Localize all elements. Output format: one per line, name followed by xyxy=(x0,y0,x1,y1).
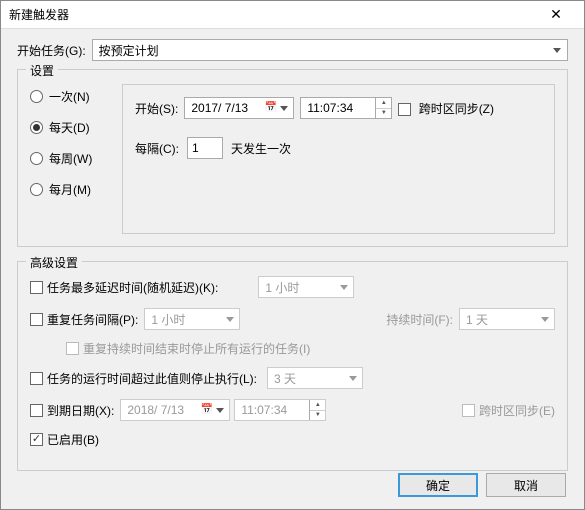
duration-select[interactable]: 1 天 xyxy=(459,308,555,330)
radio-icon xyxy=(30,183,43,196)
repeat-label: 重复任务间隔(P): xyxy=(47,311,138,328)
interval-field[interactable]: 1 xyxy=(187,137,223,159)
cancel-button[interactable]: 取消 xyxy=(486,473,566,497)
radio-daily[interactable]: 每天(D) xyxy=(30,119,122,136)
cancel-label: 取消 xyxy=(514,477,538,494)
duration-value: 1 天 xyxy=(466,311,488,328)
checkbox-icon xyxy=(462,404,475,417)
window-title: 新建触发器 xyxy=(9,6,536,23)
checkbox-icon xyxy=(30,281,43,294)
checkbox-icon xyxy=(30,313,43,326)
expire-time-value: 11:07:34 xyxy=(241,403,287,417)
expire-checkbox[interactable]: 到期日期(X): xyxy=(30,402,114,419)
time-spinner[interactable]: ▲▼ xyxy=(375,98,391,118)
radio-monthly-label: 每月(M) xyxy=(49,181,91,198)
settings-fieldset: 设置 一次(N) 每天(D) 每周(W) xyxy=(17,69,568,247)
advanced-legend: 高级设置 xyxy=(26,254,82,271)
interval-label: 每隔(C): xyxy=(135,140,179,157)
radio-monthly[interactable]: 每月(M) xyxy=(30,181,122,198)
start-label: 开始(S): xyxy=(135,100,178,117)
start-time-field[interactable]: 11:07:34 ▲▼ xyxy=(300,97,392,119)
sync-tz2-checkbox: 跨时区同步(E) xyxy=(462,402,555,419)
radio-once-label: 一次(N) xyxy=(49,88,90,105)
sync-tz-checkbox[interactable]: 跨时区同步(Z) xyxy=(398,100,494,117)
delay-label: 任务最多延迟时间(随机延迟)(K): xyxy=(47,279,218,296)
duration-label: 持续时间(F): xyxy=(386,311,453,328)
checkbox-icon xyxy=(30,372,43,385)
time-spinner[interactable]: ▲▼ xyxy=(309,400,325,420)
repeat-checkbox[interactable]: 重复任务间隔(P): xyxy=(30,311,138,328)
checkbox-icon xyxy=(30,404,43,417)
repeat-interval-select[interactable]: 1 小时 xyxy=(144,308,240,330)
radio-weekly-label: 每周(W) xyxy=(49,150,92,167)
checkbox-icon xyxy=(398,103,411,116)
radio-daily-label: 每天(D) xyxy=(49,119,90,136)
sync-tz-label: 跨时区同步(Z) xyxy=(419,102,494,116)
ok-button[interactable]: 确定 xyxy=(398,473,478,497)
radio-icon xyxy=(30,152,43,165)
enabled-checkbox[interactable]: 已启用(B) xyxy=(30,431,99,448)
stop-if-longer-value: 3 天 xyxy=(274,370,296,387)
expire-date-value: 2018/ 7/13 xyxy=(127,403,184,417)
interval-value: 1 xyxy=(192,141,199,155)
checkbox-icon xyxy=(30,433,43,446)
titlebar: 新建触发器 ✕ xyxy=(1,1,584,29)
delay-select[interactable]: 1 小时 xyxy=(258,276,354,298)
ok-label: 确定 xyxy=(426,477,450,494)
schedule-panel: 开始(S): 2017/ 7/13 📅 11:07:34 ▲▼ 跨时区同步(Z) xyxy=(122,84,555,234)
repeat-interval-value: 1 小时 xyxy=(151,311,185,328)
radio-icon xyxy=(30,121,43,134)
stop-if-longer-label: 任务的运行时间超过此值则停止执行(L): xyxy=(47,370,257,387)
calendar-icon: 📅 xyxy=(265,102,277,113)
settings-legend: 设置 xyxy=(26,62,58,79)
delay-value: 1 小时 xyxy=(265,279,299,296)
stop-if-longer-select[interactable]: 3 天 xyxy=(267,367,363,389)
radio-icon xyxy=(30,90,43,103)
begin-task-label: 开始任务(G): xyxy=(17,42,86,59)
radio-weekly[interactable]: 每周(W) xyxy=(30,150,122,167)
start-date-field[interactable]: 2017/ 7/13 📅 xyxy=(184,97,294,119)
stop-at-end-label: 重复持续时间结束时停止所有运行的任务(I) xyxy=(83,340,310,357)
calendar-icon: 📅 xyxy=(201,404,213,415)
start-time-value: 11:07:34 xyxy=(307,101,353,115)
sync-tz2-label: 跨时区同步(E) xyxy=(479,402,555,419)
begin-task-value: 按预定计划 xyxy=(99,42,159,59)
interval-suffix: 天发生一次 xyxy=(231,140,291,157)
new-trigger-dialog: 新建触发器 ✕ 开始任务(G): 按预定计划 设置 一次(N) 每天(D) xyxy=(0,0,585,510)
expire-time-field[interactable]: 11:07:34 ▲▼ xyxy=(234,399,326,421)
advanced-fieldset: 高级设置 任务最多延迟时间(随机延迟)(K): 1 小时 重复任务间隔(P): xyxy=(17,261,568,471)
enabled-label: 已启用(B) xyxy=(47,431,99,448)
stop-if-longer-checkbox[interactable]: 任务的运行时间超过此值则停止执行(L): xyxy=(30,370,257,387)
radio-once[interactable]: 一次(N) xyxy=(30,88,122,105)
expire-date-field[interactable]: 2018/ 7/13 📅 xyxy=(120,399,230,421)
delay-checkbox[interactable]: 任务最多延迟时间(随机延迟)(K): xyxy=(30,279,218,296)
checkbox-icon xyxy=(66,342,79,355)
expire-label: 到期日期(X): xyxy=(47,402,114,419)
close-button[interactable]: ✕ xyxy=(536,2,576,28)
start-date-value: 2017/ 7/13 xyxy=(191,101,248,115)
begin-task-dropdown[interactable]: 按预定计划 xyxy=(92,39,568,61)
